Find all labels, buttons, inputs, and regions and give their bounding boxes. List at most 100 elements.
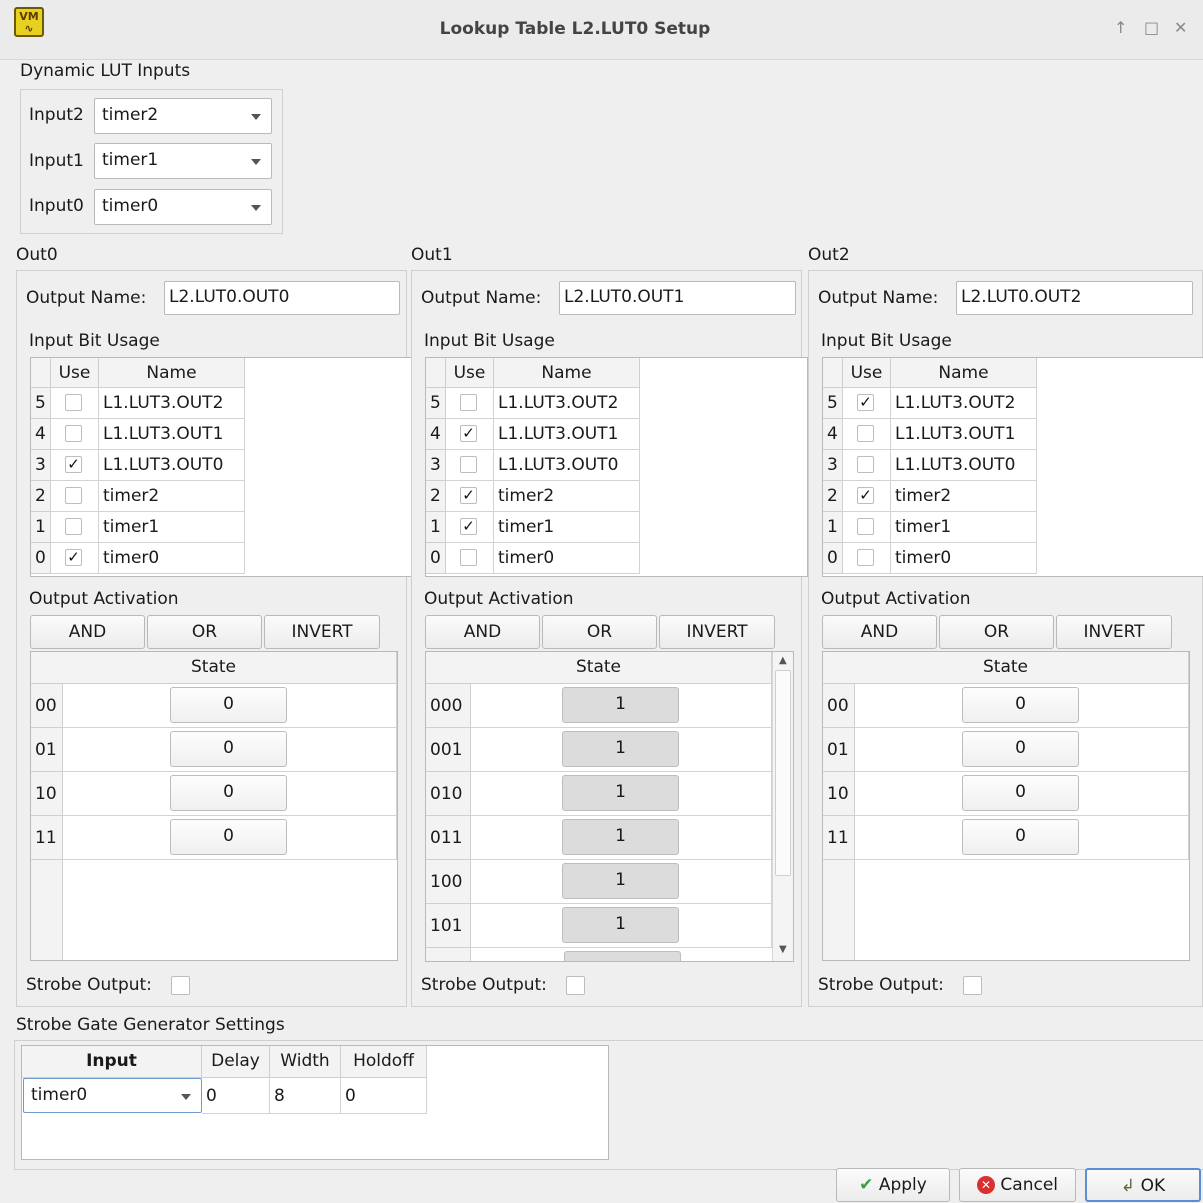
out2-title: Out2 bbox=[808, 245, 850, 265]
bit-use-checkbox[interactable]: ✓ bbox=[65, 549, 82, 566]
ok-button[interactable]: ↲ OK bbox=[1085, 1168, 1201, 1202]
state-row-label: 11 bbox=[823, 816, 855, 860]
out2-invert-button[interactable]: INVERT bbox=[1056, 615, 1172, 649]
state-toggle-button[interactable]: 0 bbox=[962, 731, 1079, 767]
scroll-thumb[interactable] bbox=[775, 670, 791, 876]
bit-use-checkbox[interactable] bbox=[65, 425, 82, 442]
bit-use-checkbox[interactable] bbox=[857, 518, 874, 535]
bit-index: 4 bbox=[823, 419, 843, 450]
out0-bit-usage-title: Input Bit Usage bbox=[29, 331, 160, 351]
bit-index: 3 bbox=[31, 450, 51, 481]
out1-invert-button[interactable]: INVERT bbox=[659, 615, 775, 649]
bit-use-checkbox[interactable] bbox=[65, 487, 82, 504]
state-toggle-button[interactable]: 1 bbox=[562, 687, 679, 723]
bit-index: 5 bbox=[31, 388, 51, 419]
bit-name-cell: timer1 bbox=[891, 512, 1037, 543]
bit-name-cell: L1.LUT3.OUT0 bbox=[494, 450, 640, 481]
out1-or-button[interactable]: OR bbox=[542, 615, 657, 649]
out1-strobe-checkbox[interactable] bbox=[566, 976, 585, 995]
out2-and-button[interactable]: AND bbox=[822, 615, 937, 649]
state-cell: 0 bbox=[63, 728, 397, 772]
bit-name-cell: timer2 bbox=[494, 481, 640, 512]
apply-button[interactable]: ✔ Apply bbox=[836, 1168, 950, 1202]
state-toggle-button[interactable]: 0 bbox=[170, 819, 287, 855]
state-toggle-button[interactable]: 1 bbox=[562, 775, 679, 811]
bit-use-cell: ✓ bbox=[51, 543, 99, 574]
state-toggle-button[interactable]: 0 bbox=[962, 819, 1079, 855]
bit-corner bbox=[823, 358, 843, 388]
strobe-width-cell[interactable]: 8 bbox=[270, 1078, 341, 1114]
scroll-down-icon[interactable]: ▼ bbox=[779, 944, 787, 955]
input1-label: Input1 bbox=[29, 151, 84, 171]
bit-use-checkbox[interactable]: ✓ bbox=[460, 518, 477, 535]
keep-above-icon[interactable]: ↑ bbox=[1114, 18, 1127, 37]
out2-name-field[interactable]: L2.LUT0.OUT2 bbox=[956, 281, 1193, 315]
out0-and-button[interactable]: AND bbox=[30, 615, 145, 649]
col-use: Use bbox=[51, 358, 99, 388]
bit-use-checkbox[interactable] bbox=[857, 456, 874, 473]
strobe-delay-cell[interactable]: 0 bbox=[202, 1078, 270, 1114]
scroll-up-icon[interactable]: ▲ bbox=[779, 655, 787, 666]
state-toggle-button[interactable]: 0 bbox=[170, 731, 287, 767]
bit-use-cell bbox=[446, 543, 494, 574]
bit-use-checkbox[interactable] bbox=[65, 518, 82, 535]
state-cell: 0 bbox=[63, 772, 397, 816]
bit-use-cell bbox=[843, 543, 891, 574]
strobe-input-combo[interactable]: timer0 bbox=[23, 1078, 202, 1113]
out2-state-table: State 00 0 01 0 10 0 11 0 bbox=[822, 651, 1190, 961]
input0-combo[interactable]: timer0 bbox=[94, 189, 272, 225]
out0-strobe-checkbox[interactable] bbox=[171, 976, 190, 995]
strobe-holdoff-cell[interactable]: 0 bbox=[341, 1078, 427, 1114]
state-toggle-button[interactable]: 0 bbox=[962, 775, 1079, 811]
bit-use-checkbox[interactable]: ✓ bbox=[857, 487, 874, 504]
bit-name-cell: timer1 bbox=[99, 512, 245, 543]
bit-use-cell: ✓ bbox=[843, 388, 891, 419]
state-toggle-button[interactable]: 1 bbox=[562, 819, 679, 855]
state-cell: 0 bbox=[63, 816, 397, 860]
strobe-col-delay: Delay bbox=[202, 1046, 270, 1078]
bit-use-cell bbox=[446, 450, 494, 481]
bit-use-checkbox[interactable] bbox=[460, 394, 477, 411]
state-toggle-button[interactable]: 0 bbox=[962, 687, 1079, 723]
state-toggle-button[interactable]: 1 bbox=[562, 863, 679, 899]
bit-use-cell: ✓ bbox=[51, 450, 99, 481]
close-icon[interactable]: ✕ bbox=[1174, 18, 1187, 37]
out0-or-button[interactable]: OR bbox=[147, 615, 262, 649]
cancel-button[interactable]: ✕ Cancel bbox=[959, 1168, 1076, 1202]
bit-use-checkbox[interactable]: ✓ bbox=[460, 487, 477, 504]
state-scrollbar[interactable]: ▲ ▼ bbox=[772, 652, 793, 961]
out2-or-button[interactable]: OR bbox=[939, 615, 1054, 649]
out0-state-table: State 00 0 01 0 10 0 11 0 bbox=[30, 651, 398, 961]
state-toggle-button[interactable] bbox=[564, 951, 681, 961]
state-toggle-button[interactable]: 1 bbox=[562, 731, 679, 767]
bit-use-checkbox[interactable]: ✓ bbox=[65, 456, 82, 473]
bit-use-checkbox[interactable] bbox=[857, 549, 874, 566]
out1-and-button[interactable]: AND bbox=[425, 615, 540, 649]
out2-strobe-label: Strobe Output: bbox=[818, 975, 944, 995]
state-toggle-button[interactable]: 1 bbox=[562, 907, 679, 943]
maximize-icon[interactable]: □ bbox=[1144, 18, 1159, 37]
bit-use-checkbox[interactable]: ✓ bbox=[460, 425, 477, 442]
out0-invert-button[interactable]: INVERT bbox=[264, 615, 380, 649]
bit-name-cell: L1.LUT3.OUT2 bbox=[99, 388, 245, 419]
state-row-label bbox=[426, 948, 471, 961]
window-title: Lookup Table L2.LUT0 Setup bbox=[439, 19, 711, 39]
bit-use-checkbox[interactable] bbox=[460, 456, 477, 473]
bit-use-checkbox[interactable] bbox=[460, 549, 477, 566]
out2-strobe-checkbox[interactable] bbox=[963, 976, 982, 995]
out0-name-field[interactable]: L2.LUT0.OUT0 bbox=[164, 281, 400, 315]
bit-use-checkbox[interactable]: ✓ bbox=[857, 394, 874, 411]
input0-label: Input0 bbox=[29, 196, 84, 216]
bit-use-checkbox[interactable] bbox=[65, 394, 82, 411]
bit-use-checkbox[interactable] bbox=[857, 425, 874, 442]
input2-combo[interactable]: timer2 bbox=[94, 98, 272, 134]
out1-name-field[interactable]: L2.LUT0.OUT1 bbox=[559, 281, 796, 315]
out1-strobe-label: Strobe Output: bbox=[421, 975, 547, 995]
state-toggle-button[interactable]: 0 bbox=[170, 775, 287, 811]
bit-name-cell: timer2 bbox=[99, 481, 245, 512]
bit-use-cell bbox=[51, 512, 99, 543]
bit-index: 2 bbox=[823, 481, 843, 512]
state-row-label: 10 bbox=[31, 772, 63, 816]
state-toggle-button[interactable]: 0 bbox=[170, 687, 287, 723]
input1-combo[interactable]: timer1 bbox=[94, 143, 272, 179]
